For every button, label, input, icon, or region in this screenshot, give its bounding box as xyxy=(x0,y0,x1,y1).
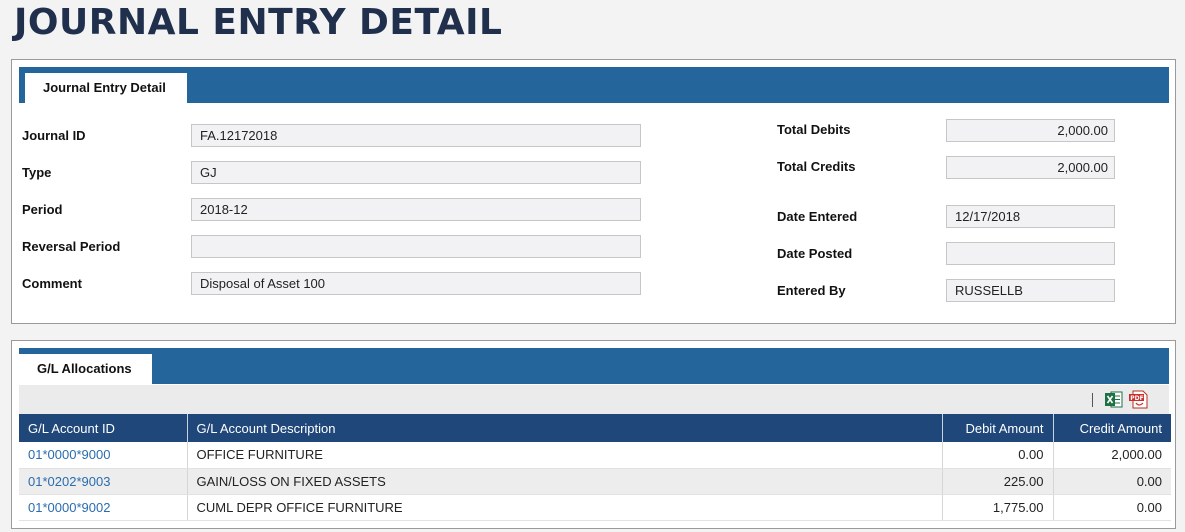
credit-cell: 0.00 xyxy=(1053,468,1171,495)
table-row: 01*0000*9002 CUML DEPR OFFICE FURNITURE … xyxy=(19,494,1171,521)
debit-cell: 1,775.00 xyxy=(942,494,1054,521)
account-id-link[interactable]: 01*0202*9003 xyxy=(28,474,110,489)
credit-cell: 0.00 xyxy=(1053,494,1171,521)
period-field: 2018-12 xyxy=(191,198,641,221)
table-header-row: G/L Account ID G/L Account Description D… xyxy=(19,414,1171,442)
svg-text:PDF: PDF xyxy=(1130,395,1143,402)
comment-label: Comment xyxy=(22,276,82,291)
reversal-period-label: Reversal Period xyxy=(22,239,121,254)
date-posted-label: Date Posted xyxy=(777,246,853,261)
type-field: GJ xyxy=(191,161,641,184)
description-cell: CUML DEPR OFFICE FURNITURE xyxy=(187,494,943,521)
description-cell: GAIN/LOSS ON FIXED ASSETS xyxy=(187,468,943,495)
detail-tab-bar: Journal Entry Detail xyxy=(19,67,1169,103)
comment-field: Disposal of Asset 100 xyxy=(191,272,641,295)
tab-journal-entry-detail[interactable]: Journal Entry Detail xyxy=(25,73,187,103)
period-label: Period xyxy=(22,202,63,217)
account-id-link[interactable]: 01*0000*9000 xyxy=(28,447,110,462)
journal-id-label: Journal ID xyxy=(22,128,86,143)
table-row: 01*0202*9003 GAIN/LOSS ON FIXED ASSETS 2… xyxy=(19,468,1171,495)
account-id-link[interactable]: 01*0000*9002 xyxy=(28,500,110,515)
date-entered-field: 12/17/2018 xyxy=(946,205,1115,228)
total-credits-field: 2,000.00 xyxy=(946,156,1115,179)
column-header-credit[interactable]: Credit Amount xyxy=(1053,414,1171,442)
reversal-period-field xyxy=(191,235,641,258)
gl-allocations-panel: G/L Allocations PDF G/L Account ID G/L A… xyxy=(11,340,1176,529)
debit-cell: 225.00 xyxy=(942,468,1054,495)
credit-cell: 2,000.00 xyxy=(1053,442,1171,469)
table-row: 01*0000*9000 OFFICE FURNITURE 0.00 2,000… xyxy=(19,442,1171,469)
journal-entry-detail-panel: Journal Entry Detail Journal ID FA.12172… xyxy=(11,59,1176,324)
account-id-cell: 01*0000*9000 xyxy=(19,442,188,469)
total-credits-label: Total Credits xyxy=(777,159,856,174)
entered-by-label: Entered By xyxy=(777,283,846,298)
column-header-description[interactable]: G/L Account Description xyxy=(187,414,943,442)
column-header-debit[interactable]: Debit Amount xyxy=(942,414,1054,442)
date-posted-field xyxy=(946,242,1115,265)
pdf-export-icon[interactable]: PDF xyxy=(1129,390,1149,409)
column-header-account-id[interactable]: G/L Account ID xyxy=(19,414,188,442)
description-cell: OFFICE FURNITURE xyxy=(187,442,943,469)
account-id-cell: 01*0000*9002 xyxy=(19,494,188,521)
grid-toolbar: PDF xyxy=(19,385,1169,414)
allocations-tab-bar: G/L Allocations xyxy=(19,348,1169,384)
gl-allocations-table: G/L Account ID G/L Account Description D… xyxy=(19,414,1171,521)
total-debits-field: 2,000.00 xyxy=(946,119,1115,142)
type-label: Type xyxy=(22,165,52,180)
account-id-cell: 01*0202*9003 xyxy=(19,468,188,495)
tab-gl-allocations[interactable]: G/L Allocations xyxy=(19,354,152,384)
journal-id-field: FA.12172018 xyxy=(191,124,641,147)
date-entered-label: Date Entered xyxy=(777,209,858,224)
debit-cell: 0.00 xyxy=(942,442,1054,469)
entered-by-field: RUSSELLB xyxy=(946,279,1115,302)
total-debits-label: Total Debits xyxy=(777,122,851,137)
excel-export-icon[interactable] xyxy=(1105,391,1123,408)
page-title: JOURNAL ENTRY DETAIL xyxy=(14,2,503,43)
toolbar-separator xyxy=(1092,393,1093,407)
